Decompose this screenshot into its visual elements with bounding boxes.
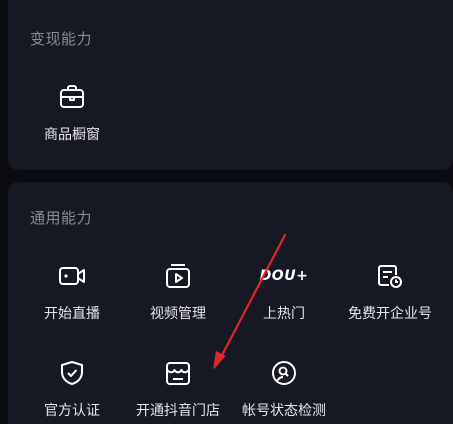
storefront-briefcase-icon [56,81,88,113]
item-label: 商品橱窗 [44,127,100,143]
video-folder-icon [162,260,194,292]
item-label: 官方认证 [44,403,100,419]
item-label: 帐号状态检测 [242,403,326,419]
dou-plus-text: DOU+ [259,268,309,284]
item-label: 开通抖音门店 [136,403,220,419]
shield-check-icon [56,357,88,389]
video-camera-icon [56,260,88,292]
item-label: 视频管理 [150,306,206,322]
dou-plus-icon: DOU+ [260,260,308,292]
section-title-general: 通用能力 [30,209,93,227]
account-status-icon [268,357,300,389]
item-open-douyin-store[interactable]: 开通抖音门店 [123,357,233,424]
item-label: 上热门 [263,306,305,322]
enterprise-account-icon [374,260,406,292]
item-video-management[interactable]: 视频管理 [123,260,233,340]
shop-icon [162,357,194,389]
item-label: 开始直播 [44,306,100,322]
item-account-status-check[interactable]: 帐号状态检测 [229,357,339,424]
screen: 变现能力 商品橱窗 通用能力 开始直播 视频管理 DOU+ 上热门 免费开企业号… [0,0,453,424]
general-card: 通用能力 开始直播 视频管理 DOU+ 上热门 免费开企业号 官方认证 开通抖音… [8,182,453,424]
item-start-live[interactable]: 开始直播 [17,260,127,340]
item-label: 免费开企业号 [348,306,432,322]
monetization-card: 变现能力 商品橱窗 [8,0,453,170]
section-title-monetization: 变现能力 [30,30,93,48]
item-product-showcase[interactable]: 商品橱窗 [17,81,127,161]
item-dou-plus[interactable]: DOU+ 上热门 [229,260,339,340]
item-official-verification[interactable]: 官方认证 [17,357,127,424]
item-free-enterprise-account[interactable]: 免费开企业号 [335,260,445,340]
